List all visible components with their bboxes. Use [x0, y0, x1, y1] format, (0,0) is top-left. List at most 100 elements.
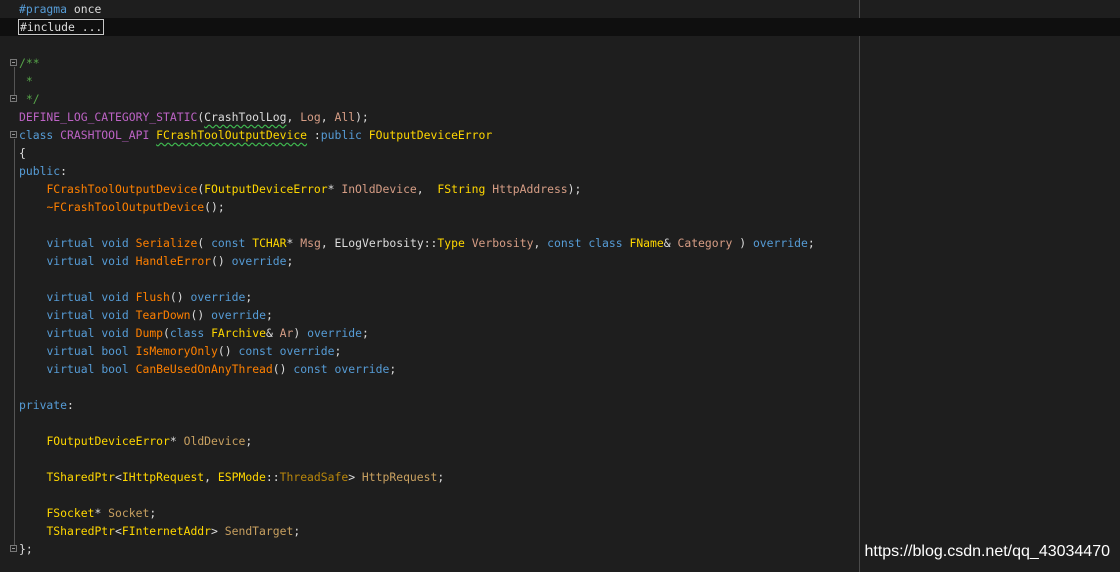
token-punct: & — [265, 326, 280, 340]
token-function: IsMemoryOnly — [135, 344, 218, 358]
token-punct: , — [320, 110, 335, 124]
code-line[interactable]: public: — [19, 162, 1120, 180]
token-punct: > — [211, 524, 225, 538]
token-keyword: virtual — [46, 326, 95, 340]
code-line-empty[interactable] — [19, 378, 1120, 396]
token-punct: () — [272, 362, 294, 376]
token-punct: < — [115, 524, 122, 538]
token-type: FOutputDeviceError — [368, 128, 493, 142]
code-line[interactable]: virtual bool CanBeUsedOnAnyThread() cons… — [19, 360, 1120, 378]
token-type: FArchive — [211, 326, 266, 340]
token-keyword: override — [231, 254, 287, 268]
token-type: FOutputDeviceError — [46, 434, 170, 448]
code-line[interactable]: TSharedPtr<FInternetAddr> SendTarget; — [19, 522, 1120, 540]
code-line[interactable]: FOutputDeviceError* OldDevice; — [19, 432, 1120, 450]
code-line-empty[interactable] — [19, 414, 1120, 432]
token-keyword: void — [101, 254, 129, 268]
token-keyword: virtual — [46, 308, 95, 322]
token-keyword: override — [752, 236, 808, 250]
token-keyword: const — [211, 236, 246, 250]
code-line[interactable]: FSocket* Socket; — [19, 504, 1120, 522]
code-line-empty[interactable] — [19, 216, 1120, 234]
code-line-current[interactable]: #include ... — [0, 18, 1120, 36]
token-keyword: virtual — [46, 290, 95, 304]
code-editor[interactable]: #pragma once #include ... /** * */ DEFIN… — [0, 0, 1120, 572]
token-keyword: virtual — [46, 344, 95, 358]
token-punct: ; — [389, 362, 397, 376]
token-punct: ; — [293, 524, 301, 538]
fold-gutter — [0, 0, 18, 572]
token-keyword: override — [334, 362, 390, 376]
token-keyword: virtual — [46, 362, 95, 376]
token-keyword: void — [101, 290, 129, 304]
token-param: Category — [677, 236, 733, 250]
code-line-empty[interactable] — [19, 450, 1120, 468]
code-line-empty[interactable] — [19, 36, 1120, 54]
token-punct: * — [286, 236, 301, 250]
token-param: InOldDevice — [341, 182, 417, 196]
token-punct: ); — [355, 110, 369, 124]
code-line[interactable]: /** — [19, 54, 1120, 72]
token-param: Ar — [279, 326, 294, 340]
token-punct: * — [169, 434, 184, 448]
code-line[interactable]: TSharedPtr<IHttpRequest, ESPMode::Thread… — [19, 468, 1120, 486]
code-line[interactable]: #pragma once — [19, 0, 1120, 18]
code-line[interactable]: virtual void Serialize( const TCHAR* Msg… — [19, 234, 1120, 252]
token-punct: () — [217, 344, 239, 358]
token-punct: ; — [265, 308, 273, 322]
token-function: Dump — [135, 326, 164, 340]
token-punct: ; — [361, 326, 369, 340]
token-comment: * — [19, 74, 33, 88]
token-class-name: FCrashToolOutputDevice — [156, 128, 308, 142]
token-function: ~FCrashToolOutputDevice — [46, 200, 205, 214]
fold-collapse-icon[interactable] — [10, 59, 17, 66]
token-keyword: public — [19, 164, 61, 178]
token-punct: ; — [437, 470, 445, 484]
code-line[interactable]: * — [19, 72, 1120, 90]
code-line-empty[interactable] — [19, 270, 1120, 288]
token-macro: CRASHTOOL_API — [60, 128, 150, 142]
code-line[interactable]: FCrashToolOutputDevice(FOutputDeviceErro… — [19, 180, 1120, 198]
token-punct: , — [204, 470, 218, 484]
code-lines[interactable]: #pragma once #include ... /** * */ DEFIN… — [0, 0, 1120, 558]
token-keyword: bool — [101, 344, 129, 358]
code-line[interactable]: virtual void Dump(class FArchive& Ar) ov… — [19, 324, 1120, 342]
code-line[interactable]: { — [19, 144, 1120, 162]
token-keyword: override — [190, 290, 246, 304]
token-keyword: override — [211, 308, 266, 322]
token-function: HandleError — [135, 254, 212, 268]
token-type: FSocket — [46, 506, 95, 520]
code-line[interactable]: class CRASHTOOL_API FCrashToolOutputDevi… — [19, 126, 1120, 144]
token-keyword: override — [279, 344, 335, 358]
code-line[interactable]: private: — [19, 396, 1120, 414]
token-type: ESPMode — [217, 470, 266, 484]
token-function: CanBeUsedOnAnyThread — [135, 362, 273, 376]
watermark-url: https://blog.csdn.net/qq_43034470 — [864, 543, 1110, 560]
token-punct: ; — [245, 290, 253, 304]
code-line[interactable]: */ — [19, 90, 1120, 108]
code-line[interactable]: virtual bool IsMemoryOnly() const overri… — [19, 342, 1120, 360]
code-line-empty[interactable] — [19, 486, 1120, 504]
code-line[interactable]: ~FCrashToolOutputDevice(); — [19, 198, 1120, 216]
code-line[interactable]: virtual void Flush() override; — [19, 288, 1120, 306]
token-punct: * — [327, 182, 342, 196]
token-type: Type — [437, 236, 465, 250]
code-line[interactable]: DEFINE_LOG_CATEGORY_STATIC(CrashToolLog,… — [19, 108, 1120, 126]
token-punct: ) — [293, 326, 308, 340]
token-punct: :: — [265, 470, 280, 484]
token-member: OldDevice — [183, 434, 246, 448]
collapsed-region-include[interactable]: #include ... — [18, 19, 105, 35]
code-line[interactable]: virtual void HandleError() override; — [19, 252, 1120, 270]
fold-collapse-icon[interactable] — [10, 131, 17, 138]
token-punct: : — [307, 128, 321, 142]
code-line[interactable]: virtual void TearDown() override; — [19, 306, 1120, 324]
